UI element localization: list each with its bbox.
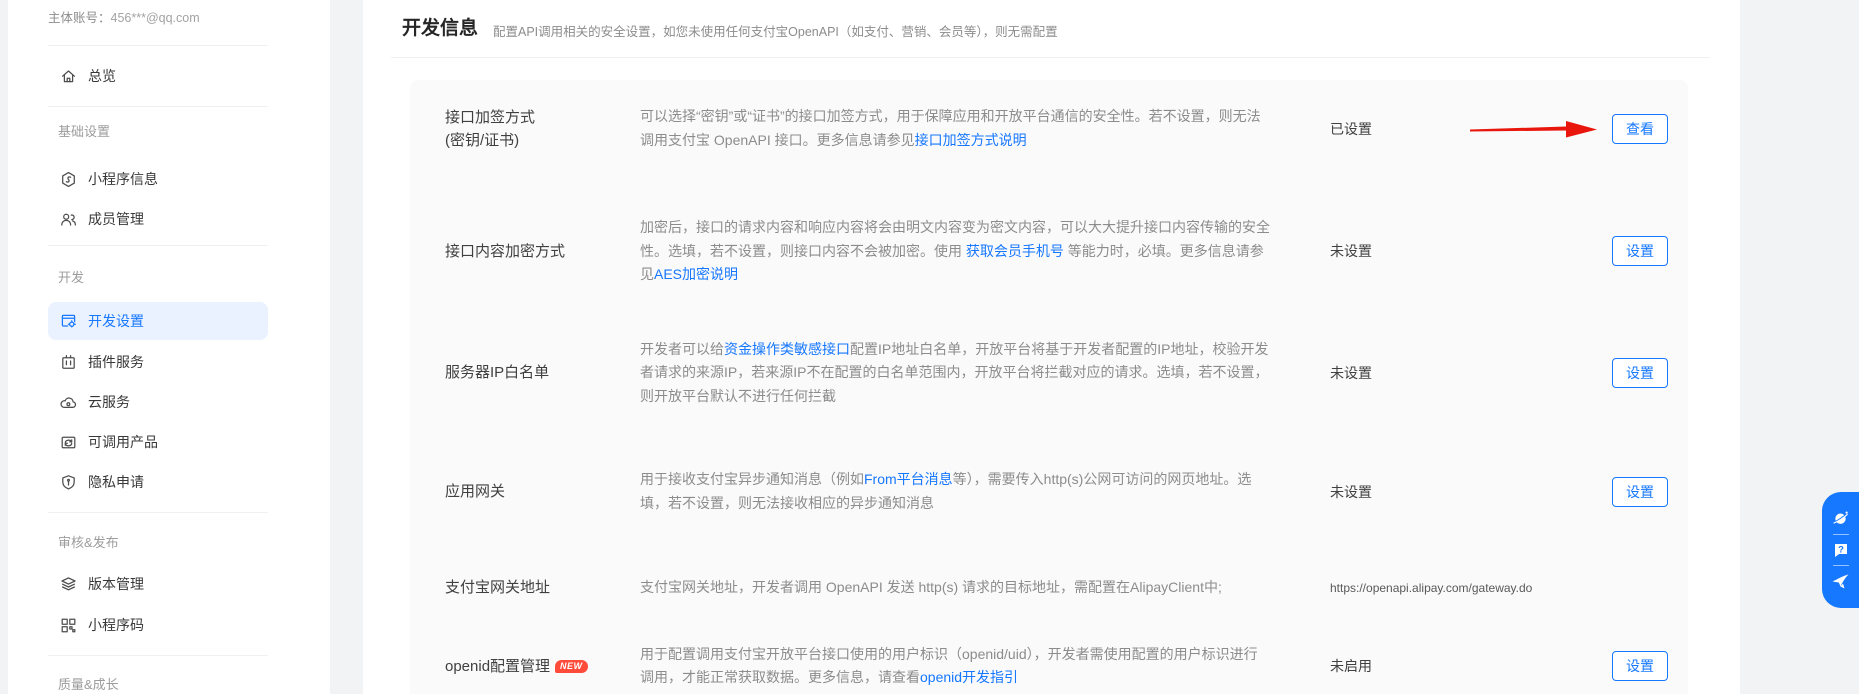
row-description: 支付宝网关地址，开发者调用 OpenAPI 发送 http(s) 请求的目标地址…	[640, 579, 1222, 595]
divider	[48, 655, 268, 656]
row-app-gateway: 应用网关 用于接收支付宝异步通知消息（例如From平台消息等），需要传入http…	[445, 468, 1668, 515]
sidebar-item-label: 成员管理	[88, 211, 144, 227]
row-label: 服务器IP白名单	[445, 364, 550, 382]
new-badge: NEW	[555, 659, 588, 673]
from-platform-message-link[interactable]: From平台消息	[864, 471, 953, 487]
sidebar-item-label: 小程序信息	[88, 171, 158, 187]
divider	[48, 45, 268, 46]
row-label: openid配置管理 NEW	[445, 655, 640, 678]
status-text: 未启用	[1330, 658, 1372, 674]
sidebar-item-privacy-request[interactable]: 隐私申请	[48, 465, 268, 499]
sidebar-item-cloud-service[interactable]: 云服务	[48, 385, 268, 419]
sidebar-item-label: 隐私申请	[88, 474, 144, 490]
divider	[1832, 565, 1849, 566]
dev-info-card: 接口加签方式 (密钥/证书) 可以选择“密钥”或“证书”的接口加签方式，用于保障…	[410, 80, 1688, 694]
account-value: 456***@qq.com	[110, 11, 200, 25]
divider	[48, 245, 268, 246]
account-label: 主体账号：	[48, 11, 111, 25]
status-text: 未设置	[1330, 243, 1372, 260]
sidebar-item-version-management[interactable]: 版本管理	[48, 567, 268, 601]
products-icon	[61, 436, 76, 448]
row-label: 接口内容加密方式	[445, 242, 566, 260]
get-member-phone-link[interactable]: 获取会员手机号	[966, 243, 1064, 259]
sidebar-section-quality: 质量&成长	[58, 677, 119, 692]
qr-code-icon	[61, 618, 76, 632]
sidebar-section-review: 审核&发布	[58, 535, 119, 550]
divider	[48, 106, 268, 107]
row-openid-config: openid配置管理 NEW 用于配置调用支付宝开放平台接口使用的用户标识（ope…	[445, 643, 1668, 690]
row-label: 应用网关	[445, 483, 506, 500]
aes-encryption-doc-link[interactable]: AES加密说明	[654, 266, 738, 282]
layers-icon	[61, 576, 76, 590]
setup-button[interactable]: 设置	[1612, 357, 1668, 388]
sidebar-item-callable-products[interactable]: 可调用产品	[48, 425, 268, 459]
gateway-url-value: https://openapi.alipay.com/gateway.do	[1330, 580, 1533, 595]
sidebar-item-label: 插件服务	[88, 354, 144, 370]
planet-icon[interactable]	[1831, 509, 1850, 528]
row-content-encryption: 接口内容加密方式 加密后，接口的请求内容和响应内容将会由明文内容变为密文内容，可…	[445, 216, 1668, 287]
setup-button[interactable]: 设置	[1612, 236, 1668, 267]
home-icon	[61, 69, 76, 82]
view-button[interactable]: 查看	[1612, 113, 1668, 144]
page-title: 开发信息	[402, 18, 479, 39]
sidebar-item-dev-settings[interactable]: 开发设置	[48, 302, 268, 340]
sidebar-section-basic: 基础设置	[58, 124, 111, 139]
signing-method-doc-link[interactable]: 接口加签方式说明	[915, 132, 1027, 148]
account-info: 主体账号：456***@qq.com	[48, 0, 330, 26]
row-description: 用于接收支付宝异步通知消息（例如From平台消息等），需要传入http(s)公网…	[640, 471, 1252, 511]
sidebar-item-label: 云服务	[88, 394, 130, 410]
sensitive-api-link[interactable]: 资金操作类敏感接口	[724, 341, 850, 357]
sidebar-item-miniprogram-code[interactable]: 小程序码	[48, 608, 268, 642]
sidebar: 主体账号：456***@qq.com 总览 基础设置 小程序信息 成员管理 开发…	[8, 0, 330, 694]
row-alipay-gateway-url: 支付宝网关地址 支付宝网关地址，开发者调用 OpenAPI 发送 http(s)…	[445, 576, 1668, 600]
divider	[1832, 534, 1849, 535]
sidebar-item-label: 小程序码	[88, 617, 144, 633]
floating-help-widget[interactable]: ?	[1822, 492, 1859, 608]
sidebar-item-label: 总览	[88, 68, 116, 84]
divider	[391, 57, 1710, 58]
svg-text:?: ?	[1838, 545, 1844, 556]
setup-button[interactable]: 设置	[1612, 476, 1668, 507]
row-description: 用于配置调用支付宝开放平台接口使用的用户标识（openid/uid），开发者需使…	[640, 645, 1258, 686]
divider	[48, 512, 268, 513]
row-ip-whitelist: 服务器IP白名单 开发者可以给资金操作类敏感接口配置IP地址白名单，开放平台将基…	[445, 338, 1668, 409]
cloud-icon	[60, 396, 77, 408]
plugin-icon	[62, 354, 75, 369]
sidebar-item-overview[interactable]: 总览	[48, 59, 268, 93]
sidebar-section-dev: 开发	[58, 270, 85, 285]
row-description: 可以选择“密钥”或“证书”的接口加签方式，用于保障应用和开放平台通信的安全性。若…	[640, 108, 1261, 148]
red-annotation-arrow	[1470, 120, 1597, 137]
sidebar-item-label: 可调用产品	[88, 434, 158, 450]
row-signing-method: 接口加签方式 (密钥/证书) 可以选择“密钥”或“证书”的接口加签方式，用于保障…	[445, 105, 1668, 152]
sidebar-item-miniprogram-info[interactable]: 小程序信息	[48, 162, 268, 196]
setup-button[interactable]: 设置	[1612, 651, 1668, 681]
row-description: 加密后，接口的请求内容和响应内容将会由明文内容变为密文内容，可以大大提升接口内容…	[640, 219, 1270, 282]
dev-settings-icon	[61, 314, 76, 328]
members-icon	[61, 213, 77, 226]
status-text: 未设置	[1330, 364, 1372, 381]
help-icon[interactable]: ?	[1832, 541, 1850, 559]
privacy-shield-icon	[62, 474, 75, 490]
openid-dev-guide-link[interactable]: openid开发指引	[920, 669, 1018, 685]
row-description: 开发者可以给资金操作类敏感接口配置IP地址白名单，开放平台将基于开发者配置的IP…	[640, 340, 1269, 404]
send-wing-icon[interactable]	[1831, 572, 1850, 591]
page-subtitle: 配置API调用相关的安全设置，如您未使用任何支付宝OpenAPI（如支付、营销、…	[493, 25, 1058, 39]
sidebar-item-members[interactable]: 成员管理	[48, 202, 268, 236]
sidebar-item-plugin-service[interactable]: 插件服务	[48, 345, 268, 379]
status-text: 未设置	[1330, 483, 1372, 500]
main-panel: 开发信息 配置API调用相关的安全设置，如您未使用任何支付宝OpenAPI（如支…	[363, 0, 1740, 694]
row-label: 接口加签方式 (密钥/证书)	[445, 108, 536, 149]
row-label: 支付宝网关地址	[445, 579, 551, 597]
sidebar-item-label: 版本管理	[88, 576, 144, 592]
mini-program-icon	[62, 171, 75, 187]
sidebar-item-label: 开发设置	[88, 313, 144, 329]
